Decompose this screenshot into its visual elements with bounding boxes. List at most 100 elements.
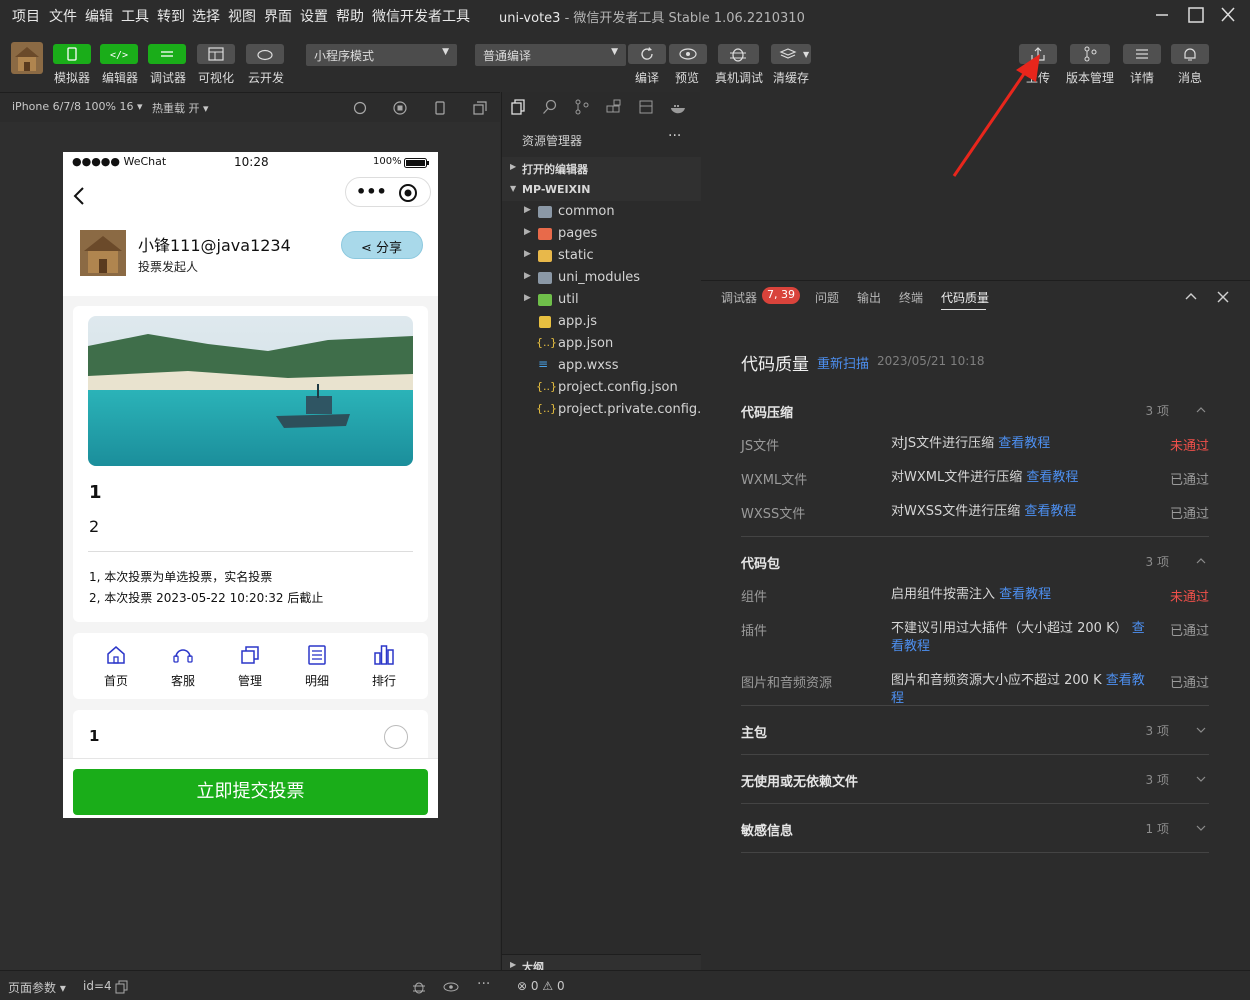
menu-project[interactable]: 项目 — [12, 6, 40, 26]
menu-interface[interactable]: 界面 — [264, 6, 292, 26]
chevron-down-icon — [1196, 825, 1206, 831]
submit-vote-button[interactable]: 立即提交投票 — [73, 769, 428, 815]
tab-debugger[interactable]: 调试器 — [721, 289, 757, 306]
status-failed: 未通过 — [1169, 439, 1209, 454]
nav-home[interactable]: 首页 — [93, 643, 139, 693]
menu-tools[interactable]: 工具 — [121, 6, 149, 26]
minimize-button[interactable] — [1148, 4, 1176, 26]
nav-service[interactable]: 客服 — [160, 643, 206, 693]
remote-debug-button[interactable] — [718, 44, 759, 64]
debugger-toggle-button[interactable] — [148, 44, 186, 64]
eye-icon[interactable] — [443, 979, 459, 995]
compile-button[interactable] — [628, 44, 666, 64]
file-project-config-json[interactable]: {..} project.config.json — [502, 377, 701, 399]
tutorial-link[interactable]: 查看教程 — [998, 436, 1050, 451]
file-app-js[interactable]: app.js — [502, 311, 701, 333]
tab-code-quality[interactable]: 代码质量 — [941, 289, 989, 306]
page-params[interactable]: 页面参数 ▾ — [8, 979, 66, 996]
cloud-dev-button[interactable] — [246, 44, 284, 64]
rescan-link[interactable]: 重新扫描 — [817, 353, 869, 372]
phone-screen: ●●●●● WeChat 10:28 100% ••• 小锋111@java12… — [63, 152, 438, 818]
folder-uni-modules[interactable]: ▶ uni_modules — [502, 267, 701, 289]
folder-common[interactable]: ▶ common — [502, 201, 701, 223]
more-icon[interactable]: ··· — [477, 976, 490, 992]
docker-icon[interactable] — [670, 99, 686, 115]
open-editors-header[interactable]: ▶ 打开的编辑器 — [502, 157, 701, 179]
simulator-label: 模拟器 — [54, 71, 91, 85]
tutorial-link[interactable]: 查看教程 — [1024, 504, 1076, 519]
more-icon[interactable]: ··· — [668, 128, 681, 144]
menu-settings[interactable]: 设置 — [300, 6, 328, 26]
menu-select[interactable]: 选择 — [192, 6, 220, 26]
nav-ranking[interactable]: 排行 — [361, 643, 407, 693]
extensions-icon[interactable] — [606, 99, 622, 115]
section-code-package[interactable]: 代码包 3 项 — [741, 553, 1209, 572]
section-main-package[interactable]: 主包 3 项 — [741, 722, 1209, 741]
source-control-icon[interactable] — [574, 99, 590, 115]
menu-view[interactable]: 视图 — [228, 6, 256, 26]
nav-manage[interactable]: 管理 — [227, 643, 273, 693]
editor-toggle-button[interactable]: </> — [100, 44, 138, 64]
vote-description: 2 — [89, 517, 100, 536]
compile-select[interactable]: 普通编译 ▼ — [475, 44, 626, 66]
file-app-wxss[interactable]: ≡ app.wxss — [502, 355, 701, 377]
section-unused-files[interactable]: 无使用或无依赖文件 3 项 — [741, 771, 1209, 790]
more-icon[interactable]: ••• — [356, 182, 387, 201]
version-control-button[interactable] — [1070, 44, 1110, 64]
popout-icon[interactable] — [472, 100, 488, 116]
device-select[interactable]: iPhone 6/7/8 100% 16 ▾ — [12, 100, 143, 113]
hot-reload-toggle[interactable]: 热重载 开 ▾ — [152, 100, 209, 116]
chevron-up-icon[interactable] — [1183, 289, 1199, 305]
nav-details[interactable]: 明细 — [294, 643, 340, 693]
stop-icon[interactable] — [392, 100, 408, 116]
folder-util[interactable]: ▶ util — [502, 289, 701, 311]
close-window-button[interactable] — [1214, 4, 1242, 26]
project-avatar[interactable] — [11, 42, 43, 74]
layout-icon[interactable] — [638, 99, 654, 115]
menu-help[interactable]: 帮助 — [336, 6, 364, 26]
rotate-icon[interactable] — [352, 100, 368, 116]
tutorial-link[interactable]: 查看教程 — [999, 587, 1051, 602]
folder-pages[interactable]: ▶ pages — [502, 223, 701, 245]
clear-cache-button[interactable]: ▼ — [771, 44, 811, 64]
bug-icon[interactable] — [411, 979, 427, 995]
close-circle-icon[interactable] — [398, 183, 418, 203]
folder-static[interactable]: ▶ static — [502, 245, 701, 267]
share-button[interactable]: ⋖ 分享 — [341, 231, 423, 259]
preview-label: 预览 — [675, 71, 700, 85]
section-code-compress[interactable]: 代码压缩 3 项 — [741, 402, 1209, 421]
option-radio[interactable] — [384, 725, 408, 749]
capsule-menu[interactable]: ••• — [345, 177, 431, 207]
tab-terminal[interactable]: 终端 — [899, 289, 923, 306]
search-icon[interactable] — [542, 99, 558, 115]
messages-label: 消息 — [1178, 71, 1203, 85]
file-project-private-config[interactable]: {..} project.private.config.js... — [502, 399, 724, 421]
copy-icon[interactable] — [115, 980, 129, 994]
visual-toggle-button[interactable] — [197, 44, 235, 64]
maximize-button[interactable] — [1182, 4, 1210, 26]
preview-button[interactable] — [669, 44, 707, 64]
tutorial-link[interactable]: 查看教程 — [1026, 470, 1078, 485]
close-icon[interactable] — [1215, 289, 1231, 305]
menu-edit[interactable]: 编辑 — [85, 6, 113, 26]
simulator-toggle-button[interactable] — [53, 44, 91, 64]
files-icon[interactable] — [510, 99, 526, 115]
file-app-json[interactable]: {..} app.json — [502, 333, 701, 355]
menu-goto[interactable]: 转到 — [157, 6, 185, 26]
mode-select[interactable]: 小程序模式 ▼ — [306, 44, 457, 66]
folder-icon — [538, 206, 552, 218]
back-arrow-icon[interactable] — [71, 186, 87, 206]
messages-button[interactable] — [1171, 44, 1209, 64]
tab-output[interactable]: 输出 — [857, 289, 881, 306]
tab-problems[interactable]: 问题 — [815, 289, 839, 306]
chevron-right-icon: ▶ — [524, 205, 531, 215]
section-sensitive-info[interactable]: 敏感信息 1 项 — [741, 820, 1209, 839]
menu-wechat-devtools[interactable]: 微信开发者工具 — [372, 6, 470, 26]
menu-file[interactable]: 文件 — [49, 6, 77, 26]
error-icon: ⊗ — [517, 979, 528, 993]
problems-summary[interactable]: ⊗ 0 ⚠ 0 — [517, 979, 565, 993]
project-root-header[interactable]: ▼ MP-WEIXIN — [502, 179, 701, 201]
chevron-down-icon: ▼ — [510, 184, 517, 193]
details-button[interactable] — [1123, 44, 1161, 64]
phone-icon[interactable] — [432, 100, 448, 116]
